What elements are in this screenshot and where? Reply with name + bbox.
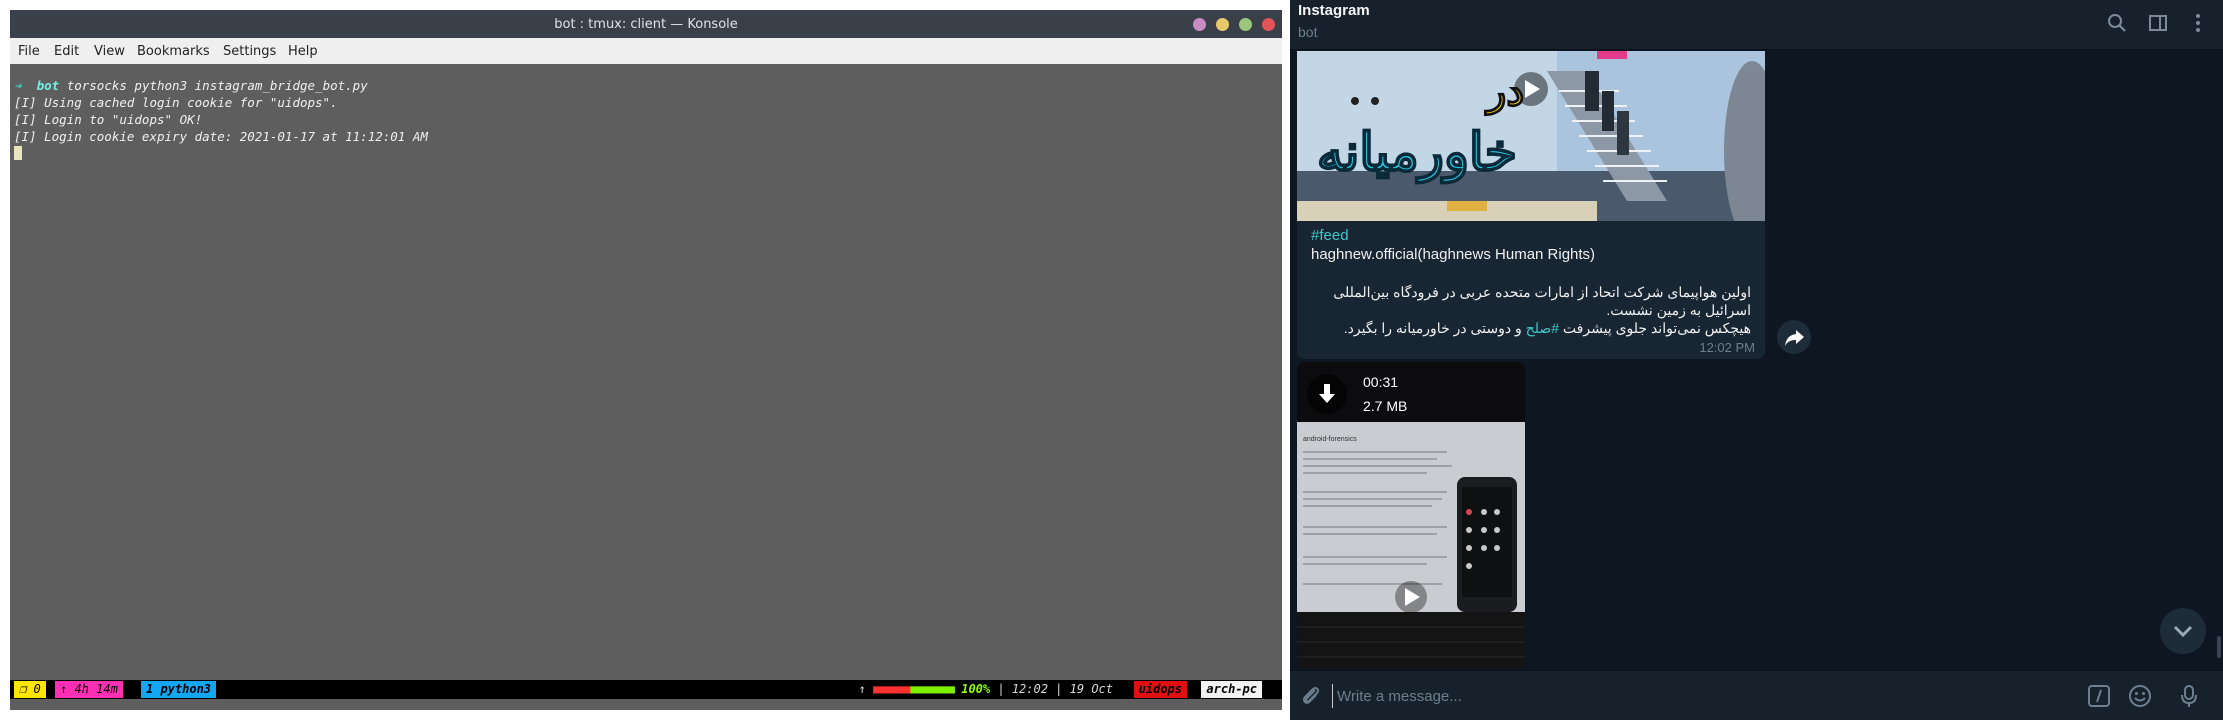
window-menu-button[interactable]	[1193, 18, 1206, 31]
emoji-icon[interactable]	[2127, 683, 2153, 709]
tmux-session: ❐ 0	[14, 681, 46, 698]
tmux-uptime: ↑ 4h 14m	[55, 681, 123, 698]
video-size: 2.7 MB	[1363, 398, 1408, 414]
status-user: uidops	[1133, 681, 1187, 698]
prompt-dir: bot	[36, 78, 60, 93]
terminal-output-line: [I] Login to "uidops" OK!	[14, 112, 203, 127]
status-host: arch-pc	[1201, 681, 1262, 698]
terminal-output-line: [I] Using cached login cookie for "uidop…	[14, 95, 338, 110]
chat-subtitle: bot	[1298, 24, 1318, 40]
battery-arrow: ↑	[858, 682, 866, 696]
message-bubble[interactable]: در خاورمیانه #feed haghnew.official(hagh…	[1297, 51, 1765, 359]
battery-bar-low: ■■■■■■	[873, 682, 911, 696]
battery-percent: 100%	[961, 682, 991, 696]
download-icon	[1319, 384, 1335, 403]
konsole-window: bot : tmux: client — Konsole File Edit V…	[10, 10, 1282, 710]
video-screen-title: android-forensics	[1303, 436, 1357, 443]
channel-name: haghnew.official(haghnews Human Rights)	[1311, 246, 1596, 263]
bot-commands-icon[interactable]	[2086, 683, 2112, 709]
chevron-down-icon	[2173, 625, 2193, 638]
menu-file[interactable]: File	[18, 44, 40, 59]
video-duration: 00:31	[1363, 374, 1399, 390]
message-text-segment: هیچکس نمی‌تواند جلوی پیشرفت	[1559, 320, 1751, 336]
attach-icon[interactable]	[1298, 683, 1324, 709]
terminal-output-line: [I] Login cookie expiry date: 2021-01-17…	[14, 129, 428, 144]
search-icon[interactable]	[2106, 12, 2128, 34]
battery-bar-high: ■■■■■■■	[910, 682, 955, 696]
minimize-button[interactable]	[1216, 18, 1229, 31]
message-text-segment: و دوستی در خاورمیانه را بگیرد.	[1343, 320, 1526, 336]
konsole-menubar: File Edit View Bookmarks Settings Help	[10, 38, 1282, 64]
close-button[interactable]	[1262, 18, 1275, 31]
terminal-command-line: ➔ bot torsocks python3 instagram_bridge_…	[14, 78, 368, 93]
menu-edit[interactable]: Edit	[54, 44, 79, 59]
chat-title[interactable]: Instagram	[1298, 2, 1370, 19]
menu-help[interactable]: Help	[288, 44, 318, 59]
maximize-button[interactable]	[1239, 18, 1252, 31]
thumbnail-caption: خاورمیانه	[1316, 123, 1518, 183]
download-button[interactable]	[1307, 374, 1347, 414]
message-input[interactable]	[1332, 684, 2032, 708]
tmux-window-tab[interactable]: 1 python3	[141, 681, 217, 698]
terminal-cursor	[14, 146, 22, 160]
more-options-icon[interactable]	[2187, 12, 2209, 34]
konsole-titlebar[interactable]: bot : tmux: client — Konsole	[10, 10, 1282, 38]
video-message[interactable]: android-forensics 00:31 2.7 MB	[1297, 362, 1525, 668]
hashtag-link[interactable]: #صلح	[1526, 320, 1559, 336]
menu-view[interactable]: View	[94, 44, 125, 59]
sidebar-toggle-icon[interactable]	[2147, 12, 2169, 34]
terminal-command: torsocks python3 instagram_bridge_bot.py	[66, 78, 368, 93]
status-time: 12:02	[1011, 682, 1048, 696]
status-date: 19 Oct	[1069, 682, 1113, 696]
message-text-line: اولین هواپیمای شرکت اتحاد از امارات متحد…	[1333, 284, 1751, 300]
menu-settings[interactable]: Settings	[223, 44, 276, 59]
telegram-window: Instagram bot در خاورمیانه #feed haghnew…	[1290, 0, 2223, 720]
scroll-to-bottom-button[interactable]	[2160, 608, 2206, 654]
thumbnail-caption-top: در	[1486, 69, 1525, 115]
window-title: bot : tmux: client — Konsole	[554, 17, 738, 32]
chat-scrollbar[interactable]	[2217, 636, 2221, 658]
compose-bar	[1290, 670, 2223, 720]
message-text-line: اسرائیل به زمین نشست.	[1606, 302, 1751, 318]
menu-bookmarks[interactable]: Bookmarks	[137, 44, 210, 59]
message-time: 12:02 PM	[1699, 340, 1755, 355]
share-icon	[1785, 330, 1804, 346]
tmux-status-right: ↑ ■■■■■■■■■■■■■ 100% | 12:02 | 19 Oct	[853, 681, 1118, 698]
hashtag-link[interactable]: #feed	[1311, 227, 1349, 244]
chat-header[interactable]: Instagram bot	[1290, 0, 2223, 50]
terminal-area[interactable]: ➔ bot torsocks python3 instagram_bridge_…	[10, 64, 1282, 710]
message-text-line: هیچکس نمی‌تواند جلوی پیشرفت #صلح و دوستی…	[1344, 320, 1751, 337]
window-gap	[1282, 0, 1290, 720]
prompt-arrow: ➔	[14, 78, 22, 93]
microphone-icon[interactable]	[2176, 683, 2202, 709]
tmux-status-bar: ❐ 0 ↑ 4h 14m 1 python3 ↑ ■■■■■■■■■■■■■ 1…	[10, 680, 1282, 699]
share-button[interactable]	[1777, 320, 1811, 354]
